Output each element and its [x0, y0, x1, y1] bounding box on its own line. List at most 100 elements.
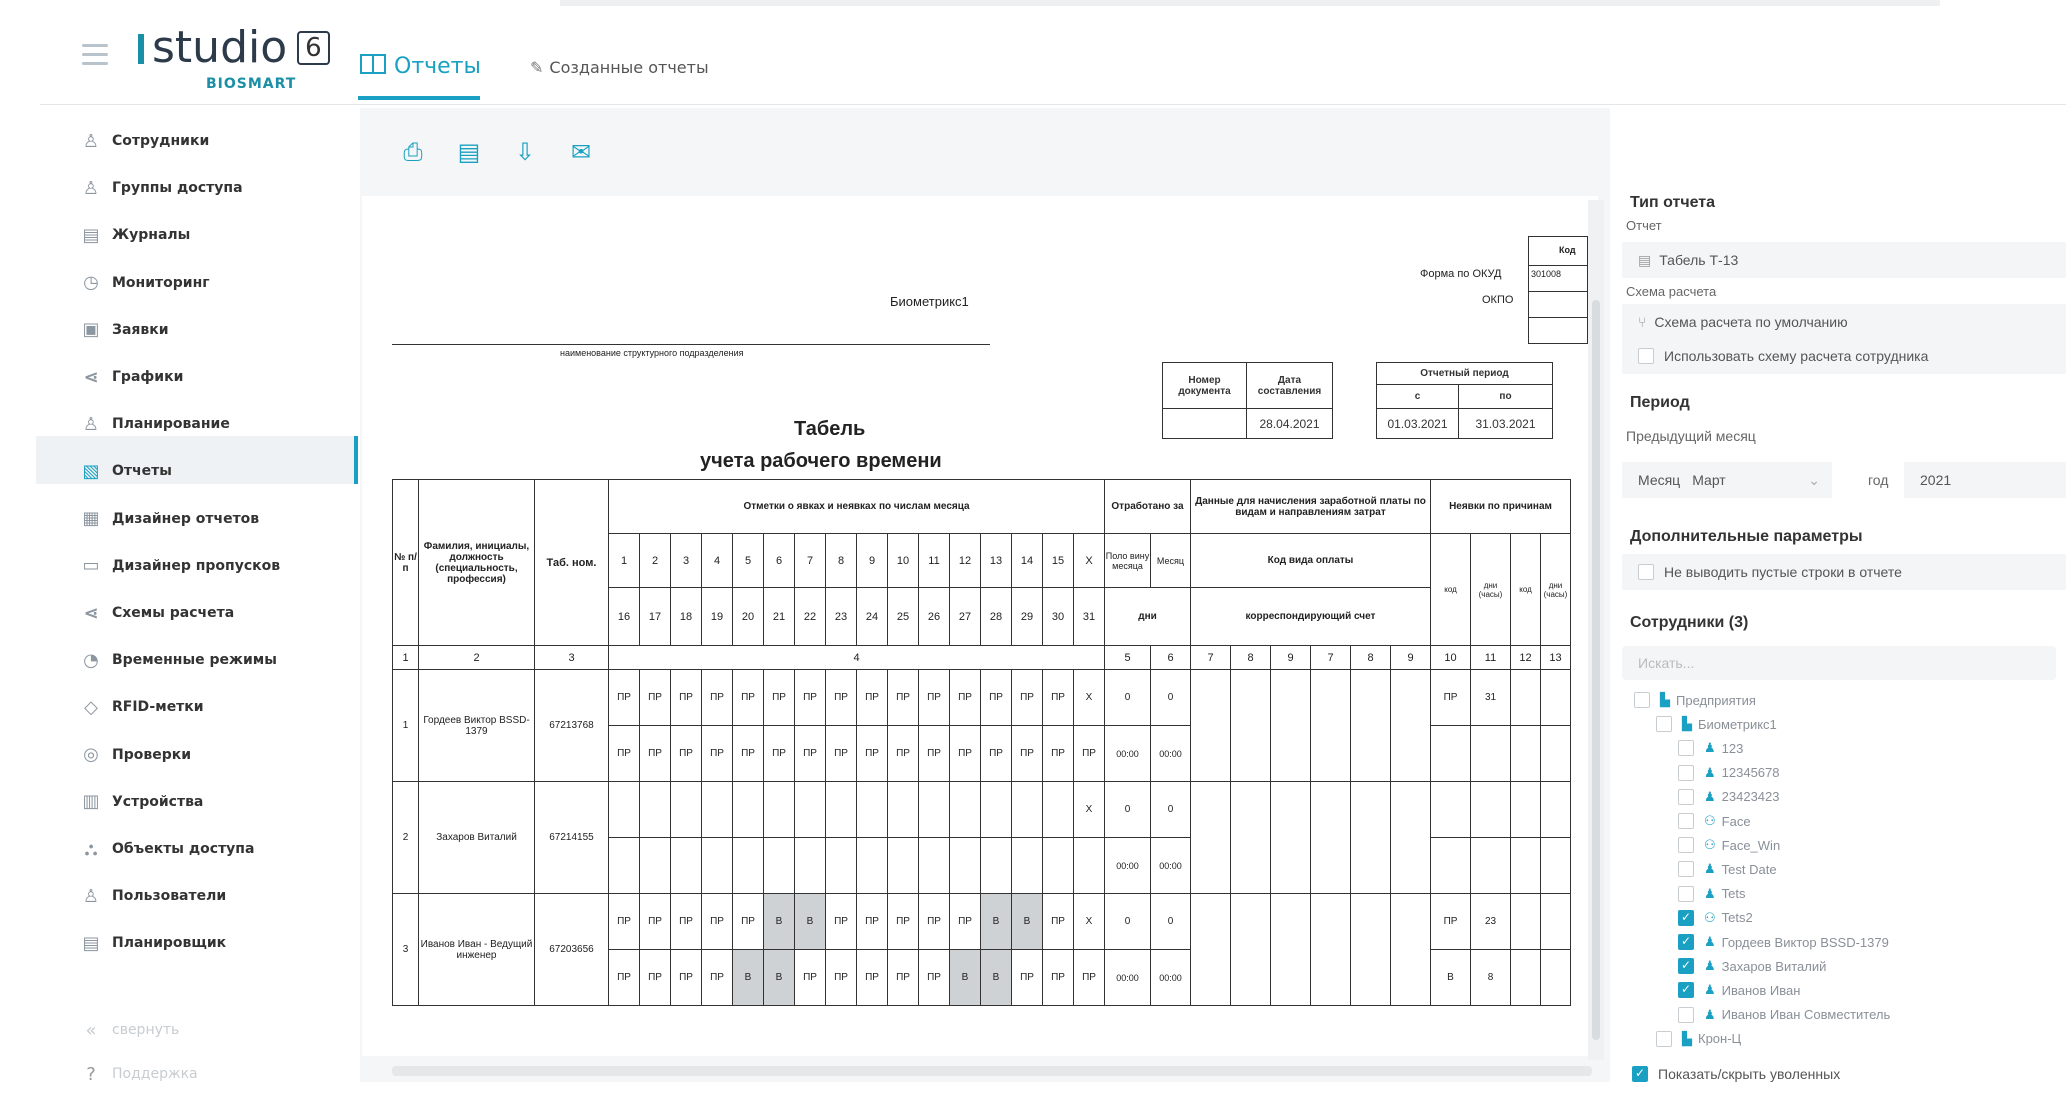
mark-cell: ПР [918, 949, 950, 1006]
half-hours: 00:00 [1104, 949, 1151, 1006]
show-fired-toggle[interactable]: Показать/скрыть уволенных [1622, 1062, 2066, 1086]
sidebar-item-2[interactable]: ♙ Группы доступа [80, 168, 243, 208]
col-num: 1 [392, 645, 419, 670]
mark-cell: ПР [856, 949, 888, 1006]
sidebar-item-6[interactable]: ⋖ Графики [80, 357, 183, 397]
tree-item[interactable]: ▙ Крон-Ц [1656, 1030, 1741, 1047]
mark-cell: ПР [794, 949, 826, 1006]
tree-checkbox[interactable] [1678, 861, 1694, 878]
sidebar-item-13[interactable]: ◇ RFID-метки [80, 687, 204, 727]
group-icon: ⚇ [1704, 909, 1716, 925]
mark-cell: ПР [949, 669, 981, 726]
support-link[interactable]: ? Поддержка [80, 1054, 198, 1094]
tree-item[interactable]: ♟ Иванов Иван [1678, 982, 1800, 999]
tree-item[interactable]: ⚇ Face_Win [1678, 837, 1780, 854]
tree-label: Иванов Иван Совместитель [1721, 1007, 1891, 1023]
menu-icon[interactable] [82, 44, 108, 71]
preview-hscrollbar[interactable] [392, 1066, 1592, 1076]
mark-cell: ПР [887, 669, 919, 726]
month-select[interactable]: Месяц Март ⌄ [1622, 462, 1832, 498]
tree-checkbox[interactable] [1678, 958, 1694, 975]
tree-checkbox[interactable] [1678, 1006, 1694, 1023]
sidebar-item-9[interactable]: ▦ Дизайнер отчетов [80, 499, 259, 539]
tree-checkbox[interactable] [1678, 885, 1694, 902]
print-icon[interactable]: ⎙ [400, 138, 426, 166]
scheme-select[interactable]: ⑂ Схема расчета по умолчанию [1622, 304, 2066, 340]
day-header: 24 [856, 587, 888, 646]
abs-days: 31 [1470, 669, 1511, 726]
tree-checkbox[interactable] [1678, 740, 1694, 757]
day-header: 25 [887, 587, 919, 646]
sidebar-item-17[interactable]: ♙ Пользователи [80, 876, 226, 916]
tree-checkbox[interactable] [1678, 837, 1694, 854]
scheduler-icon: ▤ [82, 932, 100, 954]
tree-checkbox[interactable] [1656, 716, 1672, 733]
tree-checkbox[interactable] [1678, 788, 1694, 805]
sidebar-item-16[interactable]: ⛬ Объекты доступа [80, 829, 255, 869]
doc-subtitle: учета рабочего времени [700, 450, 942, 472]
sidebar-item-15[interactable]: ▥ Устройства [80, 782, 203, 822]
tree-item[interactable]: ♟ 23423423 [1678, 788, 1780, 805]
person-icon: ♟ [1704, 934, 1716, 949]
tree-checkbox[interactable] [1678, 909, 1694, 926]
sidebar-item-1[interactable]: ♙ Сотрудники [80, 121, 209, 161]
tree-item[interactable]: ♟ Гордеев Виктор BSSD-1379 [1678, 934, 1889, 950]
sidebar-item-11[interactable]: ⋖ Схемы расчета [80, 593, 234, 633]
employee-search-input[interactable]: Искать... [1622, 646, 2056, 680]
employees-heading: Сотрудники (3) [1630, 614, 1749, 631]
top-bar: studio 6 BIOSMART Отчеты ✎ Созданные отчет… [40, 14, 2066, 104]
tree-item[interactable]: ▙ Предприятия [1634, 692, 1756, 708]
tree-checkbox[interactable] [1656, 1030, 1672, 1047]
tree-item[interactable]: ♟ Захаров Виталий [1678, 958, 1826, 975]
tree-item[interactable]: ⚇ Face [1678, 813, 1751, 829]
tab-reports[interactable]: Отчеты [360, 32, 481, 102]
no-empty-toggle[interactable]: Не выводить пустые строки в отчете [1622, 554, 2066, 590]
sidebar-item-3[interactable]: ▤ Журналы [80, 215, 190, 255]
h-corr: корреспондирующий счет [1190, 587, 1431, 646]
tree-item[interactable]: ♟ Test Date [1678, 861, 1777, 878]
tree-checkbox[interactable] [1678, 934, 1694, 950]
docnum-label: Номер документа [1162, 362, 1247, 409]
row-num: 2 [392, 781, 419, 894]
tree-item[interactable]: ⚇ Tets2 [1678, 909, 1753, 926]
sidebar-item-18[interactable]: ▤ Планировщик [80, 923, 226, 963]
tree-checkbox[interactable] [1678, 764, 1694, 781]
tree-checkbox[interactable] [1634, 692, 1650, 708]
sidebar-item-7[interactable]: ♙ Планирование [80, 404, 230, 444]
support-label: Поддержка [112, 1066, 198, 1082]
tree-checkbox[interactable] [1678, 982, 1694, 999]
sidebar-item-8[interactable]: ▧ Отчеты [80, 451, 171, 491]
use-scheme-checkbox[interactable] [1638, 348, 1654, 364]
h-name: Фамилия, инициалы, должность (специально… [418, 479, 535, 646]
month-days: 0 [1150, 669, 1191, 726]
tree-item[interactable]: ♟ 12345678 [1678, 764, 1780, 781]
abs-cell [1540, 893, 1571, 950]
report-select[interactable]: ▤ Табель Т-13 [1622, 242, 2066, 278]
tree-item[interactable]: ♟ 123 [1678, 740, 1743, 757]
tree-checkbox[interactable] [1678, 813, 1694, 829]
tree-item[interactable]: ♟ Иванов Иван Совместитель [1678, 1006, 1891, 1023]
h-paycode: Код вида оплаты [1190, 533, 1431, 588]
tab-created-reports[interactable]: ✎ Созданные отчеты [530, 58, 709, 77]
org-icon: ▙ [1660, 692, 1670, 707]
show-fired-checkbox[interactable] [1632, 1066, 1648, 1082]
use-scheme-toggle[interactable]: Использовать схему расчета сотрудника [1622, 338, 2066, 374]
email-icon[interactable]: ✉ [568, 138, 594, 166]
collapse-label: свернуть [112, 1022, 180, 1038]
mark-cell: ПР [1042, 949, 1074, 1006]
rfid-icon: ◇ [84, 696, 98, 718]
no-empty-checkbox[interactable] [1638, 564, 1654, 580]
sidebar-item-10[interactable]: ▭ Дизайнер пропусков [80, 546, 280, 586]
export-icon[interactable]: ⇩ [512, 138, 538, 166]
sidebar-item-5[interactable]: ▣ Заявки [80, 310, 168, 350]
sidebar-item-12[interactable]: ◔ Временные режимы [80, 640, 277, 680]
mark-cell [763, 837, 795, 894]
abs-cell [1510, 837, 1541, 894]
tree-item[interactable]: ▙ Биометрикс1 [1656, 716, 1777, 733]
sidebar-item-4[interactable]: ◷ Мониторинг [80, 263, 209, 303]
year-input[interactable]: 2021 [1904, 462, 2066, 498]
collapse-button[interactable]: « свернуть [80, 1010, 179, 1050]
sidebar-item-14[interactable]: ◎ Проверки [80, 735, 191, 775]
view-icon[interactable]: ▤ [456, 138, 482, 166]
tree-item[interactable]: ♟ Tets [1678, 885, 1746, 902]
